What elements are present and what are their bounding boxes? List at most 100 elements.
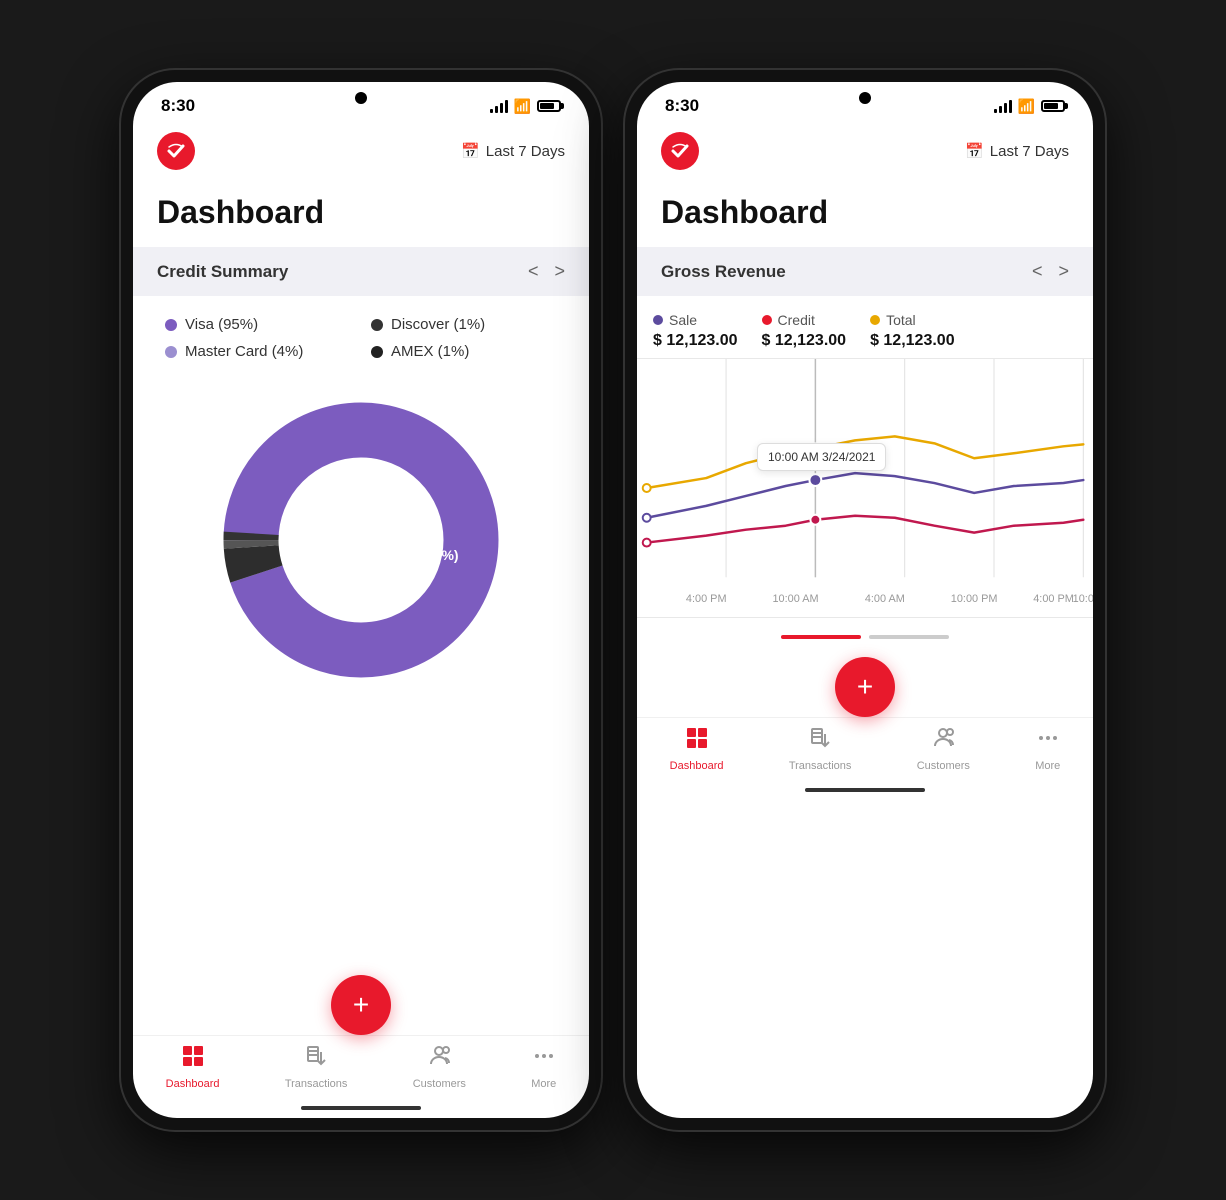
legend-dot-discover — [371, 319, 383, 331]
signal-bars-2 — [994, 99, 1012, 113]
next-arrow-2[interactable]: > — [1058, 261, 1069, 282]
top-bar-2: 📅 Last 7 Days — [637, 124, 1093, 182]
wifi-icon-1: 📶 — [514, 98, 531, 115]
rev-dot-total — [870, 315, 880, 325]
nav-label-transactions-2: Transactions — [789, 760, 852, 772]
rev-legend-credit: Credit $ 12,123.00 — [762, 312, 847, 350]
status-icons-2: 📶 — [994, 98, 1065, 115]
phone-1-screen: 8:30 📶 — [133, 82, 589, 1118]
phone-2-screen: 8:30 📶 — [637, 82, 1093, 1118]
section-title-2: Gross Revenue — [661, 262, 786, 282]
phone-2: 8:30 📶 — [625, 70, 1105, 1130]
section-title-1: Credit Summary — [157, 262, 288, 282]
nav-dashboard-1[interactable]: Dashboard — [166, 1044, 220, 1090]
dashboard-nav-icon-2 — [685, 726, 709, 756]
fab-button-2[interactable]: + — [835, 657, 895, 717]
nav-customers-2[interactable]: Customers — [917, 726, 970, 772]
calendar-icon-2: 📅 — [965, 142, 984, 160]
camera-dot-1 — [355, 92, 367, 104]
rev-legend-sale: Sale $ 12,123.00 — [653, 312, 738, 350]
top-bar-1: 📅 Last 7 Days — [133, 124, 589, 182]
status-bar-2: 8:30 📶 — [637, 82, 1093, 124]
fab-container-2: + — [637, 647, 1093, 717]
chart-legend-1: Visa (95%) Discover (1%) Master Card (4%… — [149, 296, 573, 370]
next-arrow-1[interactable]: > — [554, 261, 565, 282]
prev-arrow-1[interactable]: < — [528, 261, 539, 282]
home-indicator-1 — [301, 1106, 421, 1110]
rev-legend-total: Total $ 12,123.00 — [870, 312, 955, 350]
status-icons-1: 📶 — [490, 98, 561, 115]
date-filter-label-1: Last 7 Days — [486, 143, 565, 160]
legend-dot-amex — [371, 346, 383, 358]
home-indicator-2 — [805, 788, 925, 792]
nav-label-dashboard-2: Dashboard — [670, 760, 724, 772]
donut-label-95: (95%) — [326, 532, 369, 549]
donut-chart-svg: (95%) (4%) — [211, 390, 511, 690]
rev-label-total: Total — [886, 312, 916, 328]
svg-text:10:0: 10:0 — [1073, 593, 1093, 605]
bottom-nav-1: Dashboard Transactions — [133, 1035, 589, 1106]
legend-item-visa: Visa (95%) — [165, 316, 351, 333]
transactions-nav-icon-1 — [304, 1044, 328, 1074]
status-bar-1: 8:30 📶 — [133, 82, 589, 124]
status-time-1: 8:30 — [161, 96, 195, 116]
transactions-nav-icon-2 — [808, 726, 832, 756]
legend-label-mastercard: Master Card (4%) — [185, 343, 303, 360]
rev-label-sale: Sale — [669, 312, 697, 328]
dashboard-title-2: Dashboard — [637, 182, 1093, 247]
line-chart-svg: 4:00 PM 10:00 AM 4:00 AM 10:00 PM 4:00 P… — [637, 358, 1093, 618]
date-filter-2[interactable]: 📅 Last 7 Days — [965, 142, 1069, 160]
date-filter-label-2: Last 7 Days — [990, 143, 1069, 160]
nav-customers-1[interactable]: Customers — [413, 1044, 466, 1090]
section-header-1: Credit Summary < > — [133, 247, 589, 296]
legend-dot-visa — [165, 319, 177, 331]
nav-label-dashboard-1: Dashboard — [166, 1078, 220, 1090]
calendar-icon-1: 📅 — [461, 142, 480, 160]
scroll-active — [781, 635, 861, 639]
rev-legend-label-credit: Credit — [762, 312, 847, 328]
legend-dot-mastercard — [165, 346, 177, 358]
donut-label-4: (4%) — [429, 547, 459, 563]
customers-nav-icon-1 — [427, 1044, 451, 1074]
wifi-icon-2: 📶 — [1018, 98, 1035, 115]
battery-icon-1 — [537, 100, 561, 112]
rev-value-sale: $ 12,123.00 — [653, 332, 738, 350]
nav-dashboard-2[interactable]: Dashboard — [670, 726, 724, 772]
nav-label-customers-2: Customers — [917, 760, 970, 772]
prev-arrow-2[interactable]: < — [1032, 261, 1043, 282]
section-nav-1: < > — [528, 261, 565, 282]
rev-legend-label-total: Total — [870, 312, 955, 328]
nav-more-1[interactable]: More — [531, 1044, 556, 1090]
legend-item-mastercard: Master Card (4%) — [165, 343, 351, 360]
nav-transactions-2[interactable]: Transactions — [789, 726, 852, 772]
rev-value-total: $ 12,123.00 — [870, 332, 955, 350]
fab-container-1: + — [133, 965, 589, 1035]
signal-bars-1 — [490, 99, 508, 113]
svg-text:10:00 AM: 10:00 AM — [772, 593, 818, 605]
scroll-inactive — [869, 635, 949, 639]
revenue-legend: Sale $ 12,123.00 Credit $ 12,123.00 Tota… — [637, 296, 1093, 358]
section-nav-2: < > — [1032, 261, 1069, 282]
nav-label-more-1: More — [531, 1078, 556, 1090]
legend-item-amex: AMEX (1%) — [371, 343, 557, 360]
date-filter-1[interactable]: 📅 Last 7 Days — [461, 142, 565, 160]
svg-text:4:00 PM: 4:00 PM — [1033, 593, 1074, 605]
legend-item-discover: Discover (1%) — [371, 316, 557, 333]
more-nav-icon-2 — [1036, 726, 1060, 756]
donut-chart-container: (95%) (4%) — [149, 370, 573, 710]
svg-text:4:00 PM: 4:00 PM — [686, 593, 727, 605]
camera-dot-2 — [859, 92, 871, 104]
customers-nav-icon-2 — [931, 726, 955, 756]
rev-legend-label-sale: Sale — [653, 312, 738, 328]
rev-value-credit: $ 12,123.00 — [762, 332, 847, 350]
main-content-1: Visa (95%) Discover (1%) Master Card (4%… — [133, 296, 589, 965]
svg-text:10:00 PM: 10:00 PM — [951, 593, 998, 605]
fab-button-1[interactable]: + — [331, 975, 391, 1035]
chart-tooltip: 10:00 AM 3/24/2021 — [757, 443, 886, 471]
legend-label-visa: Visa (95%) — [185, 316, 258, 333]
rev-dot-credit — [762, 315, 772, 325]
nav-more-2[interactable]: More — [1035, 726, 1060, 772]
status-time-2: 8:30 — [665, 96, 699, 116]
dashboard-nav-icon-1 — [181, 1044, 205, 1074]
nav-transactions-1[interactable]: Transactions — [285, 1044, 348, 1090]
